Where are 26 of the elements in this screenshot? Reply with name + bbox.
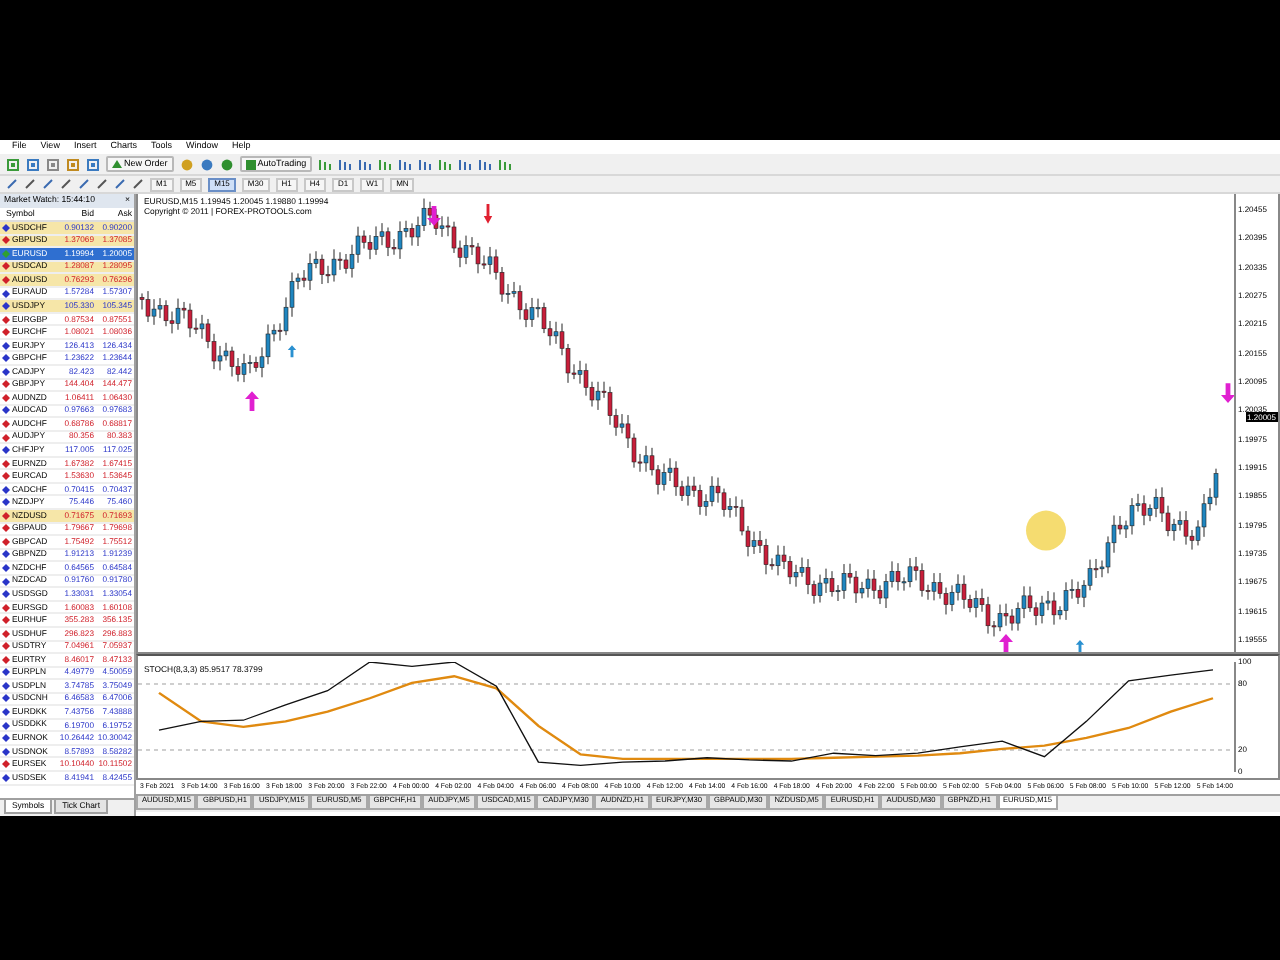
toolbar-icon[interactable] [318,157,333,171]
toolbar-icon[interactable] [26,157,40,171]
triangle-icon [112,159,122,169]
up-arrow-icon [1075,640,1085,652]
toolbar-icon[interactable] [46,157,60,171]
toolbar-icon[interactable] [478,157,493,171]
up-arrow-icon [245,391,259,412]
down-arrow-icon [427,205,441,226]
up-arrow-icon [999,634,1013,652]
toolbar-icon[interactable] [358,157,373,171]
toolbar-icon[interactable] [498,157,513,171]
down-arrow-icon [1221,383,1234,404]
toolbar-icon[interactable] [398,157,413,171]
toolbar-icon[interactable] [66,157,80,171]
toolbar-icon[interactable] [86,157,100,171]
diamond-icon [2,249,10,258]
toolbar-icon[interactable] [418,157,433,171]
toolbar-icon[interactable] [6,157,20,171]
toolbar-icon[interactable] [458,157,473,171]
square-icon [245,159,256,169]
up-arrow-icon [287,345,297,358]
cursor-highlight-icon [1026,510,1066,551]
toolbar-icon[interactable] [438,157,453,171]
toolbar-icon[interactable] [378,157,393,171]
down-arrow-icon [483,203,493,224]
toolbar-icon[interactable] [338,157,353,171]
